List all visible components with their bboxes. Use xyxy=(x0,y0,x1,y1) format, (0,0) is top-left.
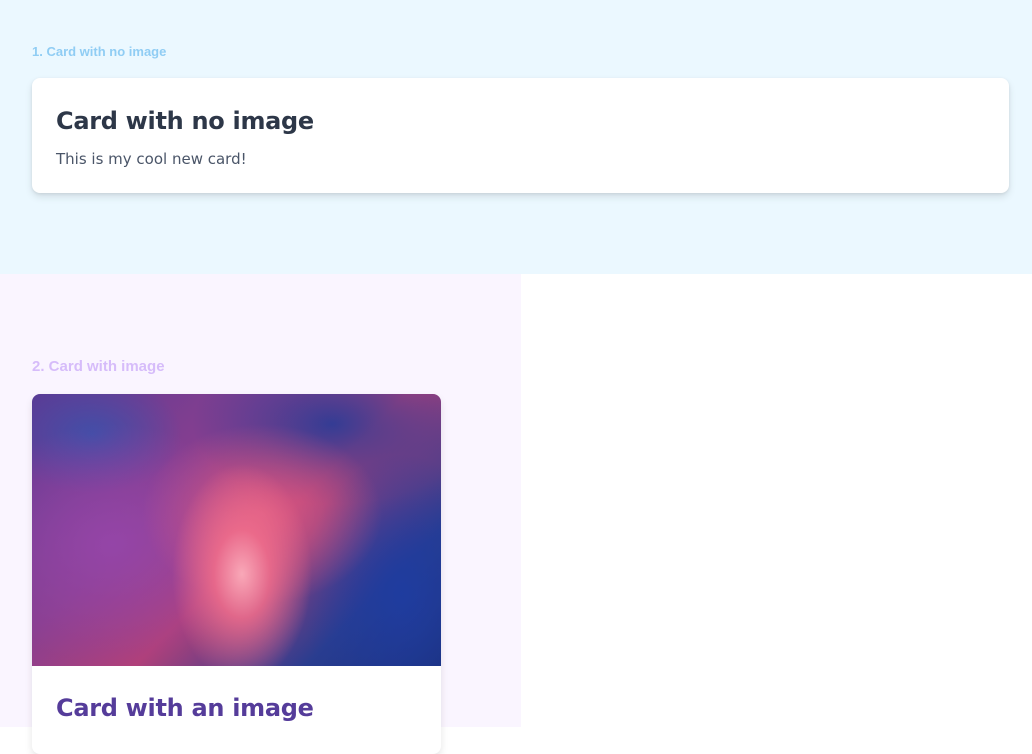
section-label: 2. Card with image xyxy=(32,358,165,375)
card-with-image: Card with an image xyxy=(32,394,441,754)
section-label: 1. Card with no image xyxy=(32,44,167,59)
section-card-with-image: 2. Card with image Card with an image xyxy=(0,274,521,754)
section-card-no-image: 1. Card with no image Card with no image… xyxy=(0,0,1032,274)
card-body-text: This is my cool new card! xyxy=(56,150,247,168)
card-no-image: Card with no image This is my cool new c… xyxy=(32,78,1009,193)
card-title: Card with an image xyxy=(56,694,314,722)
card-title: Card with no image xyxy=(56,107,314,135)
card-image xyxy=(32,394,441,666)
